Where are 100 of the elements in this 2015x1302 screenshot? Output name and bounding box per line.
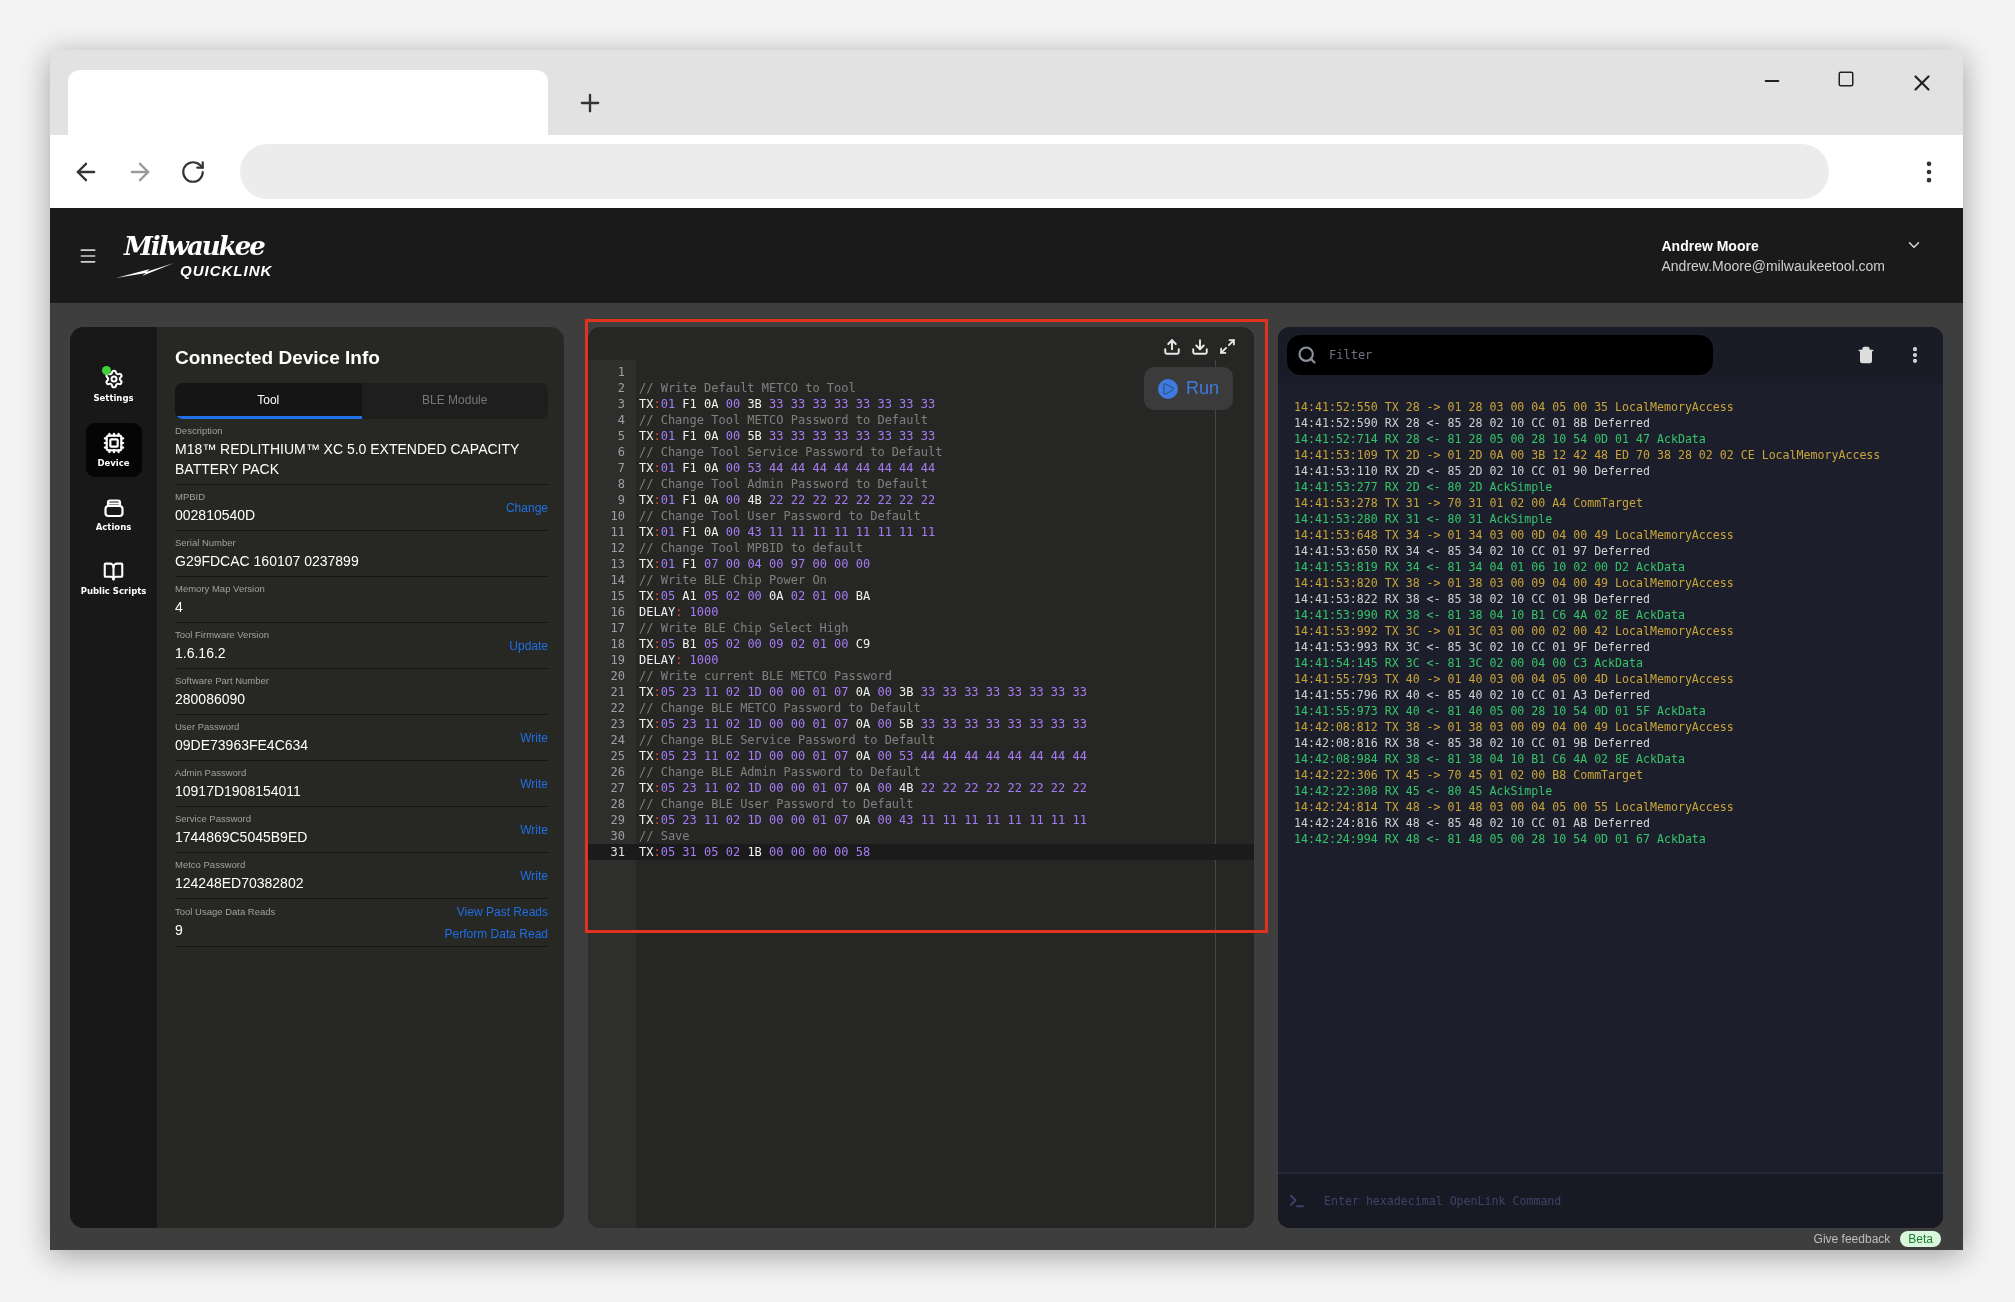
field-label: Memory Map Version <box>175 583 266 595</box>
field-value: 9 <box>175 921 184 940</box>
line-number: 28 <box>609 797 626 811</box>
tab[interactable]: Tool <box>175 383 362 419</box>
nav-item[interactable]: Device <box>85 423 142 477</box>
action-link[interactable]: Write <box>520 731 548 745</box>
code-line: TX:01 F1 0A 00 53 44 44 44 44 44 44 44 44 <box>638 461 936 475</box>
line-number: 7 <box>616 461 626 475</box>
nav-item[interactable]: Actions <box>85 487 142 541</box>
code-line: // Change BLE User Password to Default <box>638 797 914 811</box>
field-label: Service Password <box>175 813 253 825</box>
line-number: 19 <box>609 653 626 667</box>
action-link[interactable]: Perform Data Read <box>444 927 548 941</box>
log-entry: 14:41:54:145 RX 3C <- 81 3C 02 00 04 00 C3 AckData <box>1294 655 1644 671</box>
log-entry: 14:42:08:984 RX 38 <- 81 38 04 10 B1 C6 4A 02 8E AckData <box>1294 751 1686 767</box>
field-value: 09DE73963FE4C634 <box>175 736 310 755</box>
line-number: 10 <box>609 509 626 523</box>
log-entry: 14:41:53:109 TX 2D -> 01 2D 0A 00 3B 12 42 48 ED 70 38 28 02 02 CE LocalMemoryAccess <box>1294 447 1882 463</box>
trash-icon[interactable] <box>1857 346 1875 364</box>
terminal-icon <box>1288 1192 1306 1210</box>
book-icon <box>103 560 124 582</box>
line-number: 14 <box>609 573 626 587</box>
settings-icon <box>103 369 124 389</box>
log-entry: 14:41:53:993 RX 3C <- 85 3C 02 10 CC 01 9F Deferred <box>1294 639 1651 655</box>
action-link[interactable]: Change <box>505 501 548 515</box>
run-button[interactable]: Run <box>1144 367 1233 410</box>
code-line: TX:05 23 11 02 1D 00 00 01 07 0A 00 53 44 44 44 44 44 44 44 44 <box>638 749 1087 763</box>
filter-field[interactable]: Filter <box>1287 335 1713 375</box>
log-entry: 14:41:53:110 RX 2D <- 85 2D 02 10 CC 01 90 Deferred <box>1294 463 1651 479</box>
code-line: TX:05 A1 05 02 00 0A 02 01 00 BA <box>638 589 871 603</box>
line-number: 2 <box>616 381 626 395</box>
log-entry: 14:41:53:990 RX 38 <- 81 38 04 10 B1 C6 4A 02 8E AckData <box>1294 607 1686 623</box>
line-number: 23 <box>609 717 626 731</box>
code-line: // Save <box>638 829 690 843</box>
feedback-link[interactable]: Give feedback <box>1813 1232 1891 1246</box>
log-entry: 14:41:53:650 RX 34 <- 85 34 02 10 CC 01 97 Deferred <box>1294 543 1651 559</box>
field-label: Software Part Number <box>175 675 270 687</box>
line-number: 12 <box>609 541 626 555</box>
line-number: 30 <box>609 829 626 843</box>
field-label: MPBID <box>175 491 207 503</box>
log-entry: 14:41:53:277 RX 2D <- 80 2D AckSimple <box>1294 479 1554 495</box>
code-line: // Change BLE Admin Password to Default <box>638 765 921 779</box>
command-field[interactable]: Enter hexadecimal OpenLink Command <box>1278 1174 1943 1228</box>
code-line: // Change Tool Service Password to Default <box>638 445 943 459</box>
field-value: 4 <box>175 598 184 617</box>
code-line: DELAY: 1000 <box>638 653 719 667</box>
code-line: // Change Tool METCO Password to Default <box>638 413 928 427</box>
line-number: 3 <box>616 397 626 411</box>
action-link[interactable]: View Past Reads <box>456 905 548 919</box>
log-entry: 14:41:55:793 TX 40 -> 01 40 03 00 04 05 00 4D LocalMemoryAccess <box>1294 671 1735 687</box>
field-label: Serial Number <box>175 537 237 549</box>
line-number: 26 <box>609 765 626 779</box>
field-value: 280086090 <box>175 690 247 709</box>
beta-badge: Beta <box>1900 1231 1941 1247</box>
code-line: TX:05 23 11 02 1D 00 00 01 07 0A 00 3B 33 33 33 33 33 33 33 33 <box>638 685 1087 699</box>
code-line: // Write current BLE METCO Password <box>638 669 892 683</box>
line-number: 31 <box>609 845 626 859</box>
expand-icon[interactable] <box>1219 338 1236 355</box>
code-line: TX:05 23 11 02 1D 00 00 01 07 0A 00 43 11 11 11 11 11 11 11 11 <box>638 813 1087 827</box>
log-entry: 14:41:55:973 RX 40 <- 81 40 05 00 28 10 54 0D 01 5F AckData <box>1294 703 1707 719</box>
action-link[interactable]: Write <box>520 823 548 837</box>
action-link[interactable]: Write <box>520 869 548 883</box>
log-entry: 14:42:22:306 TX 45 -> 70 45 01 02 00 B8 CommTarget <box>1294 767 1644 783</box>
user-email: Andrew.Moore@milwaukeetool.com <box>1661 257 1885 274</box>
line-number: 29 <box>609 813 626 827</box>
line-number: 17 <box>609 621 626 635</box>
line-number: 22 <box>609 701 626 715</box>
nav-item[interactable]: Settings <box>85 359 142 413</box>
code-line: // Change Tool Admin Password to Default <box>638 477 928 491</box>
log-entry: 14:41:53:992 TX 3C -> 01 3C 03 00 00 02 00 42 LocalMemoryAccess <box>1294 623 1735 639</box>
brand-wordmark: Milwaukee <box>124 232 264 260</box>
line-number: 13 <box>609 557 626 571</box>
tray-stack-icon <box>102 496 125 518</box>
field-label: User Password <box>175 721 241 733</box>
log-entry: 14:41:52:590 RX 28 <- 85 28 02 10 CC 01 8B Deferred <box>1294 415 1651 431</box>
reload-icon[interactable] <box>180 158 206 185</box>
line-number: 9 <box>616 493 626 507</box>
line-number: 21 <box>609 685 626 699</box>
log-entry: 14:42:22:308 RX 45 <- 80 45 AckSimple <box>1294 783 1554 799</box>
action-link[interactable]: Update <box>509 639 548 653</box>
code-line: // Write Default METCO to Tool <box>638 381 856 395</box>
field-value: 1744869C5045B9ED <box>175 828 309 847</box>
log-entry: 14:41:53:819 RX 34 <- 81 34 04 01 06 10 02 00 D2 AckData <box>1294 559 1686 575</box>
search-icon <box>1297 345 1317 365</box>
log-entry: 14:41:53:820 TX 38 -> 01 38 03 00 09 04 00 49 LocalMemoryAccess <box>1294 575 1735 591</box>
download-icon[interactable] <box>1191 337 1209 356</box>
code-line: // Change BLE Service Password to Default <box>638 733 936 747</box>
log-entry: 14:42:08:816 RX 38 <- 85 38 02 10 CC 01 9B Deferred <box>1294 735 1651 751</box>
play-icon <box>1158 378 1178 399</box>
line-number: 25 <box>609 749 626 763</box>
user-name: Andrew Moore <box>1661 237 1760 254</box>
field-value: 1.6.16.2 <box>175 644 227 663</box>
code-line: TX:01 F1 0A 00 3B 33 33 33 33 33 33 33 33 <box>638 397 936 411</box>
upload-icon[interactable] <box>1163 337 1181 356</box>
line-number: 18 <box>609 637 626 651</box>
action-link[interactable]: Write <box>520 777 548 791</box>
field-value: 002810540D <box>175 506 257 525</box>
code-line: // Write BLE Chip Select High <box>638 621 849 635</box>
code-line: // Change BLE METCO Password to Default <box>638 701 921 715</box>
field-label: Tool Firmware Version <box>175 629 270 641</box>
